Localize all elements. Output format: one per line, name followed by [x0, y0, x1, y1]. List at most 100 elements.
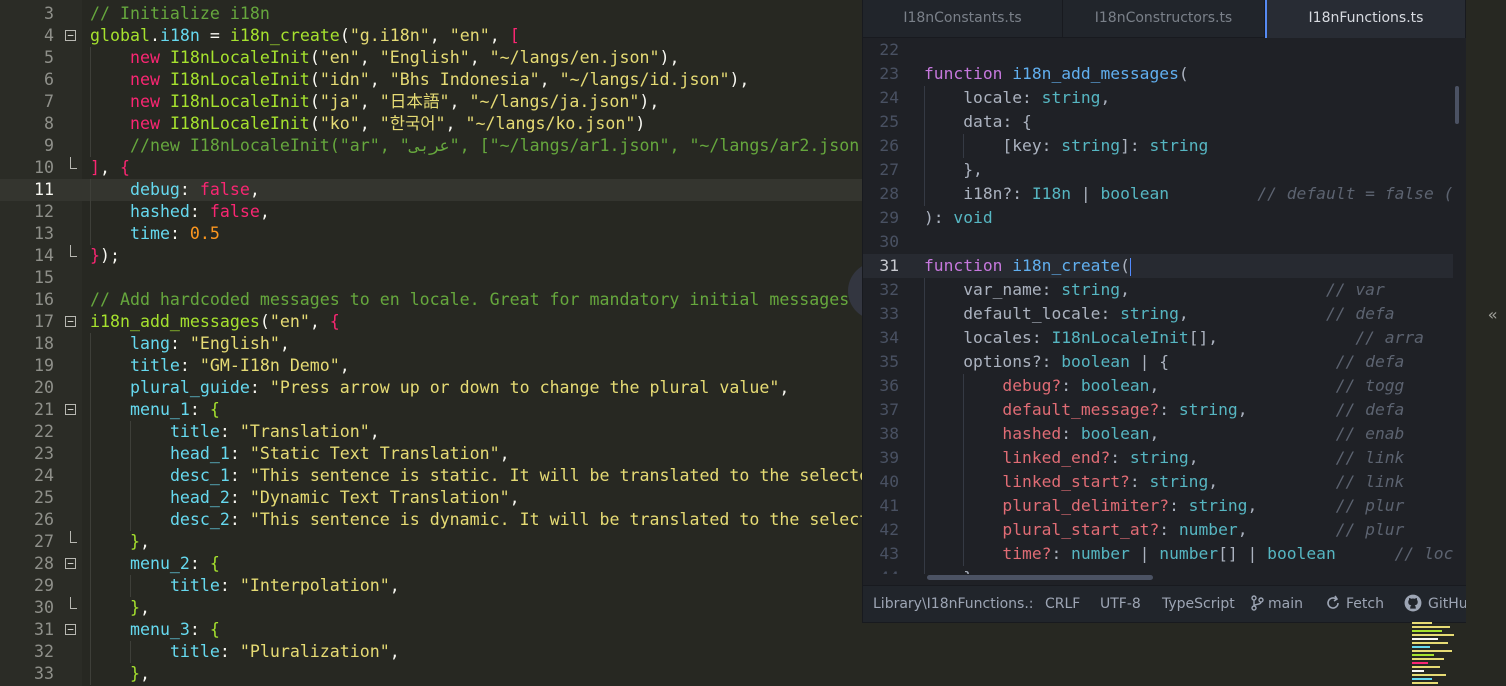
code-text: head_1: "Static Text Translation", — [90, 443, 510, 465]
code-line[interactable]: 40 linked_start?: string, // link — [863, 470, 1453, 494]
token: , — [499, 444, 510, 463]
horizontal-scrollbar[interactable] — [927, 575, 1153, 580]
code-line[interactable]: 35 options?: boolean | { // defa — [863, 350, 1453, 374]
line-number: 38 — [879, 424, 899, 443]
tab-i18nfunctions-ts[interactable]: I18nFunctions.ts — [1265, 0, 1466, 38]
code-line[interactable]: 42 plural_start_at?: number, // plur — [863, 518, 1453, 542]
tab-i18nconstants-ts[interactable]: I18nConstants.ts — [863, 0, 1063, 37]
token: , — [139, 598, 150, 617]
token: "Press arrow up or down to change the pl… — [269, 378, 780, 397]
code-line[interactable]: 38 hashed: boolean, // enab — [863, 422, 1453, 446]
code-line[interactable]: 22 — [863, 38, 1453, 62]
line-number: 17 — [34, 312, 54, 331]
encoding[interactable]: UTF-8 — [1100, 586, 1141, 622]
code-text: hashed: false, — [90, 201, 270, 223]
vertical-scrollbar[interactable] — [1455, 86, 1459, 124]
token: new — [129, 92, 170, 111]
code-text: locale: string, — [924, 86, 1110, 110]
fold-toggle-icon[interactable]: − — [65, 404, 76, 415]
code-line[interactable]: 26 [key: string]: string — [863, 134, 1453, 158]
code-text: plural_start_at?: number, // plur — [924, 518, 1404, 542]
line-number: 23 — [879, 64, 899, 83]
sync-icon[interactable] — [1325, 586, 1341, 622]
line-number: 28 — [879, 184, 899, 203]
line-number: 12 — [34, 202, 54, 221]
fold-toggle-icon[interactable]: − — [65, 558, 76, 569]
code-text: linked_start?: string, // link — [924, 470, 1404, 494]
git-branch-icon[interactable] — [1250, 586, 1264, 622]
code-line[interactable]: 24 locale: string, — [863, 86, 1453, 110]
token: { — [209, 554, 220, 573]
code-line[interactable]: 43 time?: number | number[] | boolean //… — [863, 542, 1453, 566]
line-number: 24 — [34, 466, 54, 485]
code-text: new I18nLocaleInit("ja", "日本語", "~/langs… — [90, 91, 659, 113]
token: ): — [924, 208, 954, 227]
code-text: desc_1: "This sentence is static. It wil… — [90, 465, 869, 487]
code-text: }); — [90, 245, 120, 267]
code-text: data: { — [924, 110, 1032, 134]
double-chevron-left-icon[interactable]: « — [1488, 305, 1498, 324]
token: ) — [635, 114, 646, 133]
token: desc_2 — [169, 510, 230, 529]
code-line[interactable]: 33 }, — [0, 663, 1506, 685]
line-number: 14 — [34, 246, 54, 265]
panel-code-area[interactable]: 22 23 function i18n_add_messages(24 locale… — [863, 38, 1453, 574]
code-line[interactable]: 27 }, — [863, 158, 1453, 182]
code-line[interactable]: 28 i18n?: I18n | boolean // default = fa… — [863, 182, 1453, 206]
code-line[interactable]: 34 locales: I18nLocaleInit[], // arra — [863, 326, 1453, 350]
token: i18n? — [963, 184, 1013, 203]
minimap[interactable] — [1410, 620, 1466, 686]
code-line[interactable]: 23 function i18n_add_messages( — [863, 62, 1453, 86]
token: , — [1100, 88, 1111, 107]
line-number: 44 — [863, 566, 899, 574]
token: // enab — [1335, 424, 1405, 443]
token: 0.5 — [189, 224, 220, 243]
fold-toggle-icon[interactable]: − — [65, 624, 76, 635]
code-line[interactable]: 30 — [863, 230, 1453, 254]
code-line[interactable]: 37 default_message?: string, // defa — [863, 398, 1453, 422]
token: head_1 — [169, 444, 230, 463]
code-line[interactable]: 31 function i18n_create( — [863, 254, 1453, 278]
token: , — [369, 70, 390, 89]
code-line[interactable]: 36 debug?: boolean, // togg — [863, 374, 1453, 398]
token: locale — [963, 88, 1023, 107]
token: "ja" — [319, 92, 360, 111]
fold-toggle-icon[interactable]: − — [65, 30, 76, 41]
token: string — [1041, 88, 1101, 107]
tab-i18nconstructors-ts[interactable]: I18nConstructors.ts — [1063, 0, 1265, 37]
line-ending[interactable]: CRLF — [1045, 586, 1080, 622]
token: I18n — [1031, 184, 1072, 203]
language-mode[interactable]: TypeScript — [1162, 586, 1235, 622]
fetch-label[interactable]: Fetch — [1346, 586, 1384, 622]
token: plural_delimiter? — [1002, 496, 1170, 515]
code-text: }, — [924, 158, 983, 182]
code-line[interactable]: 32 var_name: string, // var — [863, 278, 1453, 302]
code-line[interactable]: 33 default_locale: string, // defa — [863, 302, 1453, 326]
code-text: debug?: boolean, // togg — [924, 374, 1404, 398]
github-label[interactable]: GitHu — [1428, 586, 1466, 622]
code-line[interactable]: 39 linked_end?: string, // link — [863, 446, 1453, 470]
code-text: // Add hardcoded messages to en locale. … — [90, 289, 859, 311]
code-line[interactable]: 32 title: "Pluralization", — [0, 641, 1506, 663]
code-line[interactable]: 29): void — [863, 206, 1453, 230]
line-number: 21 — [34, 400, 54, 419]
line-number: 20 — [34, 378, 54, 397]
token: string — [1129, 448, 1189, 467]
fold-toggle-icon[interactable]: − — [65, 316, 76, 327]
code-line[interactable]: 41 plural_delimiter?: string, // plur — [863, 494, 1453, 518]
token: ( — [309, 92, 320, 111]
code-line[interactable]: 25 data: { — [863, 110, 1453, 134]
branch-name[interactable]: main — [1268, 586, 1303, 622]
peek-panel[interactable]: I18nConstants.ts I18nConstructors.ts I18nF… — [862, 0, 1466, 623]
file-path[interactable]: Library\I18nFunctions.: — [873, 586, 1034, 622]
token: // default = false (a — [1257, 184, 1453, 203]
code-line[interactable]: 44 } — [863, 566, 1453, 574]
github-icon[interactable] — [1404, 586, 1422, 622]
